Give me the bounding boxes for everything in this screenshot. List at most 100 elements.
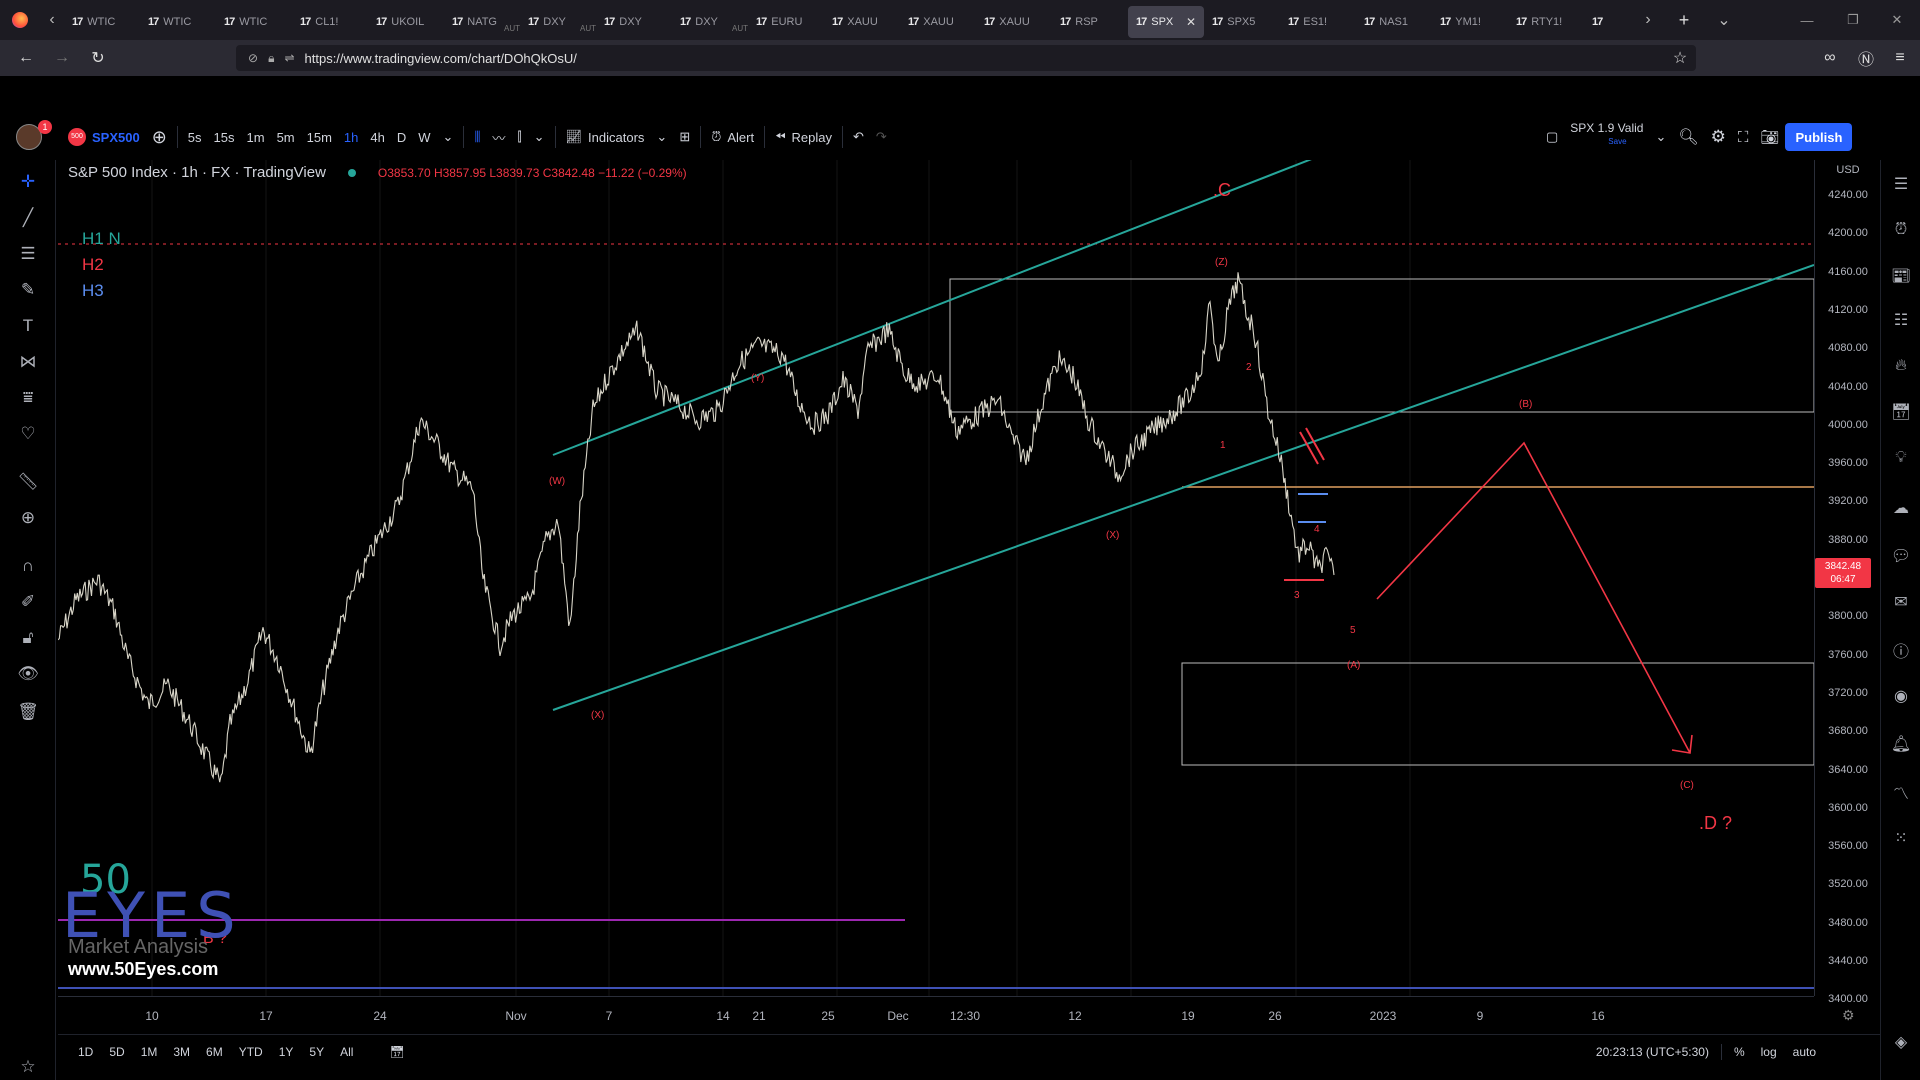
range-button-1m[interactable]: 1M [133,1045,166,1059]
symbol-search[interactable]: 500 SPX500 [62,122,146,152]
browser-tab[interactable]: 17 UKOIL [368,6,444,38]
undo-icon[interactable]: ↶ [847,122,870,152]
tab-list-chevron-icon[interactable]: ⌄ [1712,0,1736,40]
notifications-bell-icon[interactable]: 🔔︎ [1889,732,1913,756]
alerts-clock-icon[interactable]: ⏰︎ [1889,218,1913,242]
browser-tab[interactable]: 17 WTIC [216,6,292,38]
interval-1m[interactable]: 1m [241,122,271,152]
chart-legend[interactable]: S&P 500 Index · 1h · FX · TradingView O3… [68,164,687,181]
search-icon[interactable]: 🔍︎ [1672,122,1704,152]
goto-date-icon[interactable]: 📅︎ [381,1045,412,1059]
channel-upper-line[interactable] [552,160,1386,456]
browser-tab[interactable]: 17 RTY1! [1508,6,1584,38]
wave-label-big-D[interactable]: .D ? [1699,813,1732,833]
settings-gear-icon[interactable]: ⚙︎ [1705,122,1732,152]
browser-tab[interactable]: 17 RSP [1052,6,1128,38]
wave-label-3[interactable]: 3 [1294,590,1300,601]
browser-tab[interactable]: 17 WTIC [64,6,140,38]
browser-tab[interactable]: 17 NATG AUTOR [444,6,520,38]
zone-rectangle-bottom[interactable] [1181,662,1814,766]
favorites-heart-icon[interactable]: ♡ [16,422,40,446]
forward-icon[interactable]: → [46,42,78,74]
range-button-1d[interactable]: 1D [70,1045,101,1059]
prediction-tool-icon[interactable]: ⩸ [16,386,40,410]
publish-button[interactable]: Publish [1785,123,1853,151]
reload-icon[interactable]: ↻ [82,42,114,74]
chart-type-dropdown-icon[interactable]: ⌄ [528,122,551,152]
wave-label-1[interactable]: 1 [1220,440,1226,451]
log-toggle[interactable]: log [1753,1045,1785,1059]
browser-tab[interactable]: 17 DXY AUTOR [520,6,596,38]
url-text[interactable]: https://www.tradingview.com/chart/DOhQkO… [305,51,577,66]
trend-line-icon[interactable]: ╱ [16,206,40,230]
range-button-5y[interactable]: 5Y [301,1045,332,1059]
menu-icon[interactable]: ≡ [1884,42,1916,74]
wave-label-Z[interactable]: (Z) [1215,257,1228,268]
browser-tab[interactable]: 17 ES1! [1280,6,1356,38]
dots-grid-icon[interactable]: ⁙ [1889,826,1913,850]
back-icon[interactable]: ← [10,42,42,74]
chat-icon[interactable]: 💬︎ [1889,544,1913,568]
ruler-icon[interactable]: 📏︎ [16,470,40,494]
news-icon[interactable]: 📰︎ [1889,264,1913,288]
wave-label-C[interactable]: (C) [1680,780,1694,791]
wave-label-Y[interactable]: (Y) [751,373,764,384]
hide-drawings-eye-icon[interactable]: 👁︎ [16,662,40,686]
favorite-star-icon[interactable]: ☆ [16,1055,40,1079]
auto-toggle[interactable]: auto [1785,1045,1824,1059]
snapshot-camera-icon[interactable]: 📷︎ [1754,122,1785,152]
avatar[interactable]: 1 [10,120,52,152]
browser-tab[interactable]: 17 XAUU [824,6,900,38]
layers-icon[interactable]: ◈ [1889,1030,1913,1054]
permissions-icon[interactable]: ⇌ [284,51,294,65]
h2-label[interactable]: H2 [82,252,121,278]
lock-icon[interactable]: 🔒︎ [268,51,274,66]
help-icon[interactable]: ⓘ [1889,638,1913,662]
replay-button[interactable]: ⏪︎ Replay [769,122,838,152]
crosshair-icon[interactable]: ✛ [16,170,40,194]
range-button-5d[interactable]: 5D [101,1045,132,1059]
chart-title[interactable]: S&P 500 Index · 1h · FX · TradingView [68,164,326,181]
indicators-button[interactable]: 📈︎ Indicators [560,122,651,152]
range-button-1y[interactable]: 1Y [271,1045,302,1059]
interval-1h[interactable]: 1h [338,122,364,152]
brush-icon[interactable]: ✎ [16,278,40,302]
restore-window-button[interactable]: ❐ [1830,0,1876,40]
percent-toggle[interactable]: % [1726,1045,1753,1059]
pattern-tool-icon[interactable]: ⋈ [16,350,40,374]
browser-tab[interactable]: 17 CL1! [292,6,368,38]
interval-W[interactable]: W [412,122,436,152]
currency-label[interactable]: USD [1815,164,1881,176]
range-button-all[interactable]: All [332,1045,361,1059]
browser-tab[interactable]: 17 WTIC [140,6,216,38]
zoom-in-icon[interactable]: ⊕ [16,506,40,530]
wave-label-X1[interactable]: (X) [591,710,604,721]
tracking-protection-icon[interactable]: ⊘ [248,51,258,65]
clock[interactable]: 20:23:13 (UTC+5:30) [1588,1045,1717,1059]
bookmark-star-icon[interactable]: ☆ [1664,42,1696,74]
interval-dropdown-icon[interactable]: ⌄ [437,122,460,152]
alert-button[interactable]: ⏰︎ Alert [705,122,760,152]
trash-icon[interactable]: 🗑︎ [16,700,40,724]
red-slash-marker[interactable] [1299,431,1319,465]
browser-tab[interactable]: 17 XAUU [900,6,976,38]
fullscreen-icon[interactable]: ⛶ [1732,122,1755,152]
wave-label-W[interactable]: (W) [549,476,565,487]
candles-type-icon[interactable]: ⫼ [468,122,486,152]
messages-icon[interactable]: ✉︎ [1889,590,1913,614]
magnet-icon[interactable]: ∩ [16,554,40,578]
interval-15m[interactable]: 15m [301,122,338,152]
browser-tab[interactable]: 17 XAUU [976,6,1052,38]
interval-4h[interactable]: 4h [364,122,390,152]
ideas-lightbulb-icon[interactable]: 💡︎ [1889,446,1913,470]
price-chart[interactable]: (W) (X) (Y) (X) (Z) (B) (A) (C) 1 2 3 4 … [58,160,1814,996]
time-axis-settings-icon[interactable]: ⚙︎ [1842,1007,1855,1024]
minimize-window-button[interactable]: — [1784,0,1830,40]
interval-5m[interactable]: 5m [271,122,301,152]
layouts-grid-icon[interactable]: ⊞ [673,122,696,152]
tab-scroll-left-icon[interactable]: ‹ [40,0,64,40]
redo-icon[interactable]: ↷ [870,122,893,152]
fib-retracement-icon[interactable]: ☰ [16,242,40,266]
wave-label-5[interactable]: 5 [1350,625,1356,636]
range-button-6m[interactable]: 6M [198,1045,231,1059]
